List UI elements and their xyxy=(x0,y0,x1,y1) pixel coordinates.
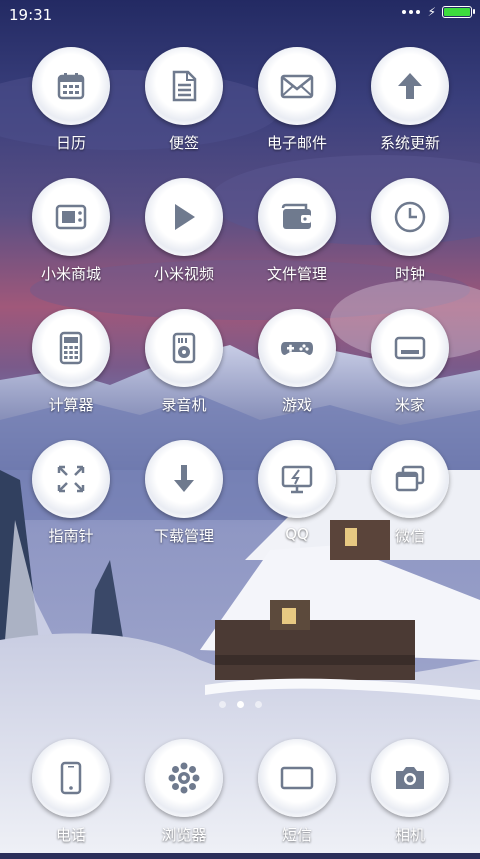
app-label: 下载管理 xyxy=(153,527,214,545)
battery-level-fill xyxy=(444,8,470,16)
calculator-icon[interactable] xyxy=(32,309,110,387)
charging-bolt-icon: ⚡ xyxy=(427,5,436,19)
compass-arrows-icon[interactable] xyxy=(32,440,110,518)
app-label: QQ xyxy=(285,525,309,543)
app-calculator[interactable]: 计算器 xyxy=(17,309,127,429)
app-download[interactable]: 下载管理 xyxy=(130,440,240,560)
app-label: 时钟 xyxy=(394,265,425,283)
app-store[interactable]: 小米商城 xyxy=(17,178,127,298)
camera-icon[interactable] xyxy=(371,739,449,817)
app-label: 游戏 xyxy=(281,396,312,414)
calendar-icon[interactable] xyxy=(32,47,110,125)
app-label: 录音机 xyxy=(161,396,207,414)
app-update-arrow[interactable]: 系统更新 xyxy=(356,47,466,167)
app-label: 电子邮件 xyxy=(266,134,327,152)
update-arrow-icon[interactable] xyxy=(371,47,449,125)
monitor-bolt-icon[interactable] xyxy=(258,440,336,518)
app-label: 浏览器 xyxy=(161,826,207,844)
app-mihome[interactable]: 米家 xyxy=(356,309,466,429)
gamepad-icon[interactable] xyxy=(258,309,336,387)
notes-icon[interactable] xyxy=(145,47,223,125)
phone-icon[interactable] xyxy=(32,739,110,817)
clock-icon[interactable] xyxy=(371,178,449,256)
app-message-screen[interactable]: 短信 xyxy=(243,739,353,859)
app-video-play[interactable]: 小米视频 xyxy=(130,178,240,298)
app-monitor-bolt[interactable]: QQ xyxy=(243,440,353,560)
page-indicator xyxy=(0,701,480,708)
mihome-icon[interactable] xyxy=(371,309,449,387)
app-calendar[interactable]: 日历 xyxy=(17,47,127,167)
app-label: 短信 xyxy=(281,826,312,844)
app-recorder[interactable]: 录音机 xyxy=(130,309,240,429)
status-time: 19:31 xyxy=(9,6,53,24)
app-notes[interactable]: 便签 xyxy=(130,47,240,167)
app-camera[interactable]: 相机 xyxy=(356,739,466,859)
status-bar: 19:31 ⚡ xyxy=(0,0,480,30)
download-icon[interactable] xyxy=(145,440,223,518)
more-dots-icon xyxy=(401,10,420,14)
page-dot[interactable] xyxy=(218,701,226,708)
app-label: 电话 xyxy=(55,826,86,844)
app-label: 相机 xyxy=(394,826,425,844)
app-label: 小米视频 xyxy=(153,265,214,283)
store-icon[interactable] xyxy=(32,178,110,256)
page-dot[interactable] xyxy=(254,701,262,708)
app-clock[interactable]: 时钟 xyxy=(356,178,466,298)
app-label: 系统更新 xyxy=(379,134,440,152)
app-label: 便签 xyxy=(168,134,199,152)
app-label: 指南针 xyxy=(48,527,94,545)
windows-stack-icon[interactable] xyxy=(371,440,449,518)
app-label: 文件管理 xyxy=(266,265,327,283)
app-label: 米家 xyxy=(394,396,425,414)
app-windows-stack[interactable]: 微信 xyxy=(356,440,466,560)
page-dot[interactable] xyxy=(236,701,244,708)
app-compass-arrows[interactable]: 指南针 xyxy=(17,440,127,560)
app-label: 小米商城 xyxy=(40,265,101,283)
app-browser-gear[interactable]: 浏览器 xyxy=(130,739,240,859)
app-label: 日历 xyxy=(55,134,86,152)
message-screen-icon[interactable] xyxy=(258,739,336,817)
video-play-icon[interactable] xyxy=(145,178,223,256)
app-wallet-folder[interactable]: 文件管理 xyxy=(243,178,353,298)
app-label: 计算器 xyxy=(48,396,94,414)
app-phone[interactable]: 电话 xyxy=(17,739,127,859)
wallet-folder-icon[interactable] xyxy=(258,178,336,256)
app-mail[interactable]: 电子邮件 xyxy=(243,47,353,167)
app-label: 微信 xyxy=(394,527,425,545)
mail-icon[interactable] xyxy=(258,47,336,125)
browser-gear-icon[interactable] xyxy=(145,739,223,817)
battery-icon xyxy=(442,6,475,18)
app-gamepad[interactable]: 游戏 xyxy=(243,309,353,429)
recorder-icon[interactable] xyxy=(145,309,223,387)
